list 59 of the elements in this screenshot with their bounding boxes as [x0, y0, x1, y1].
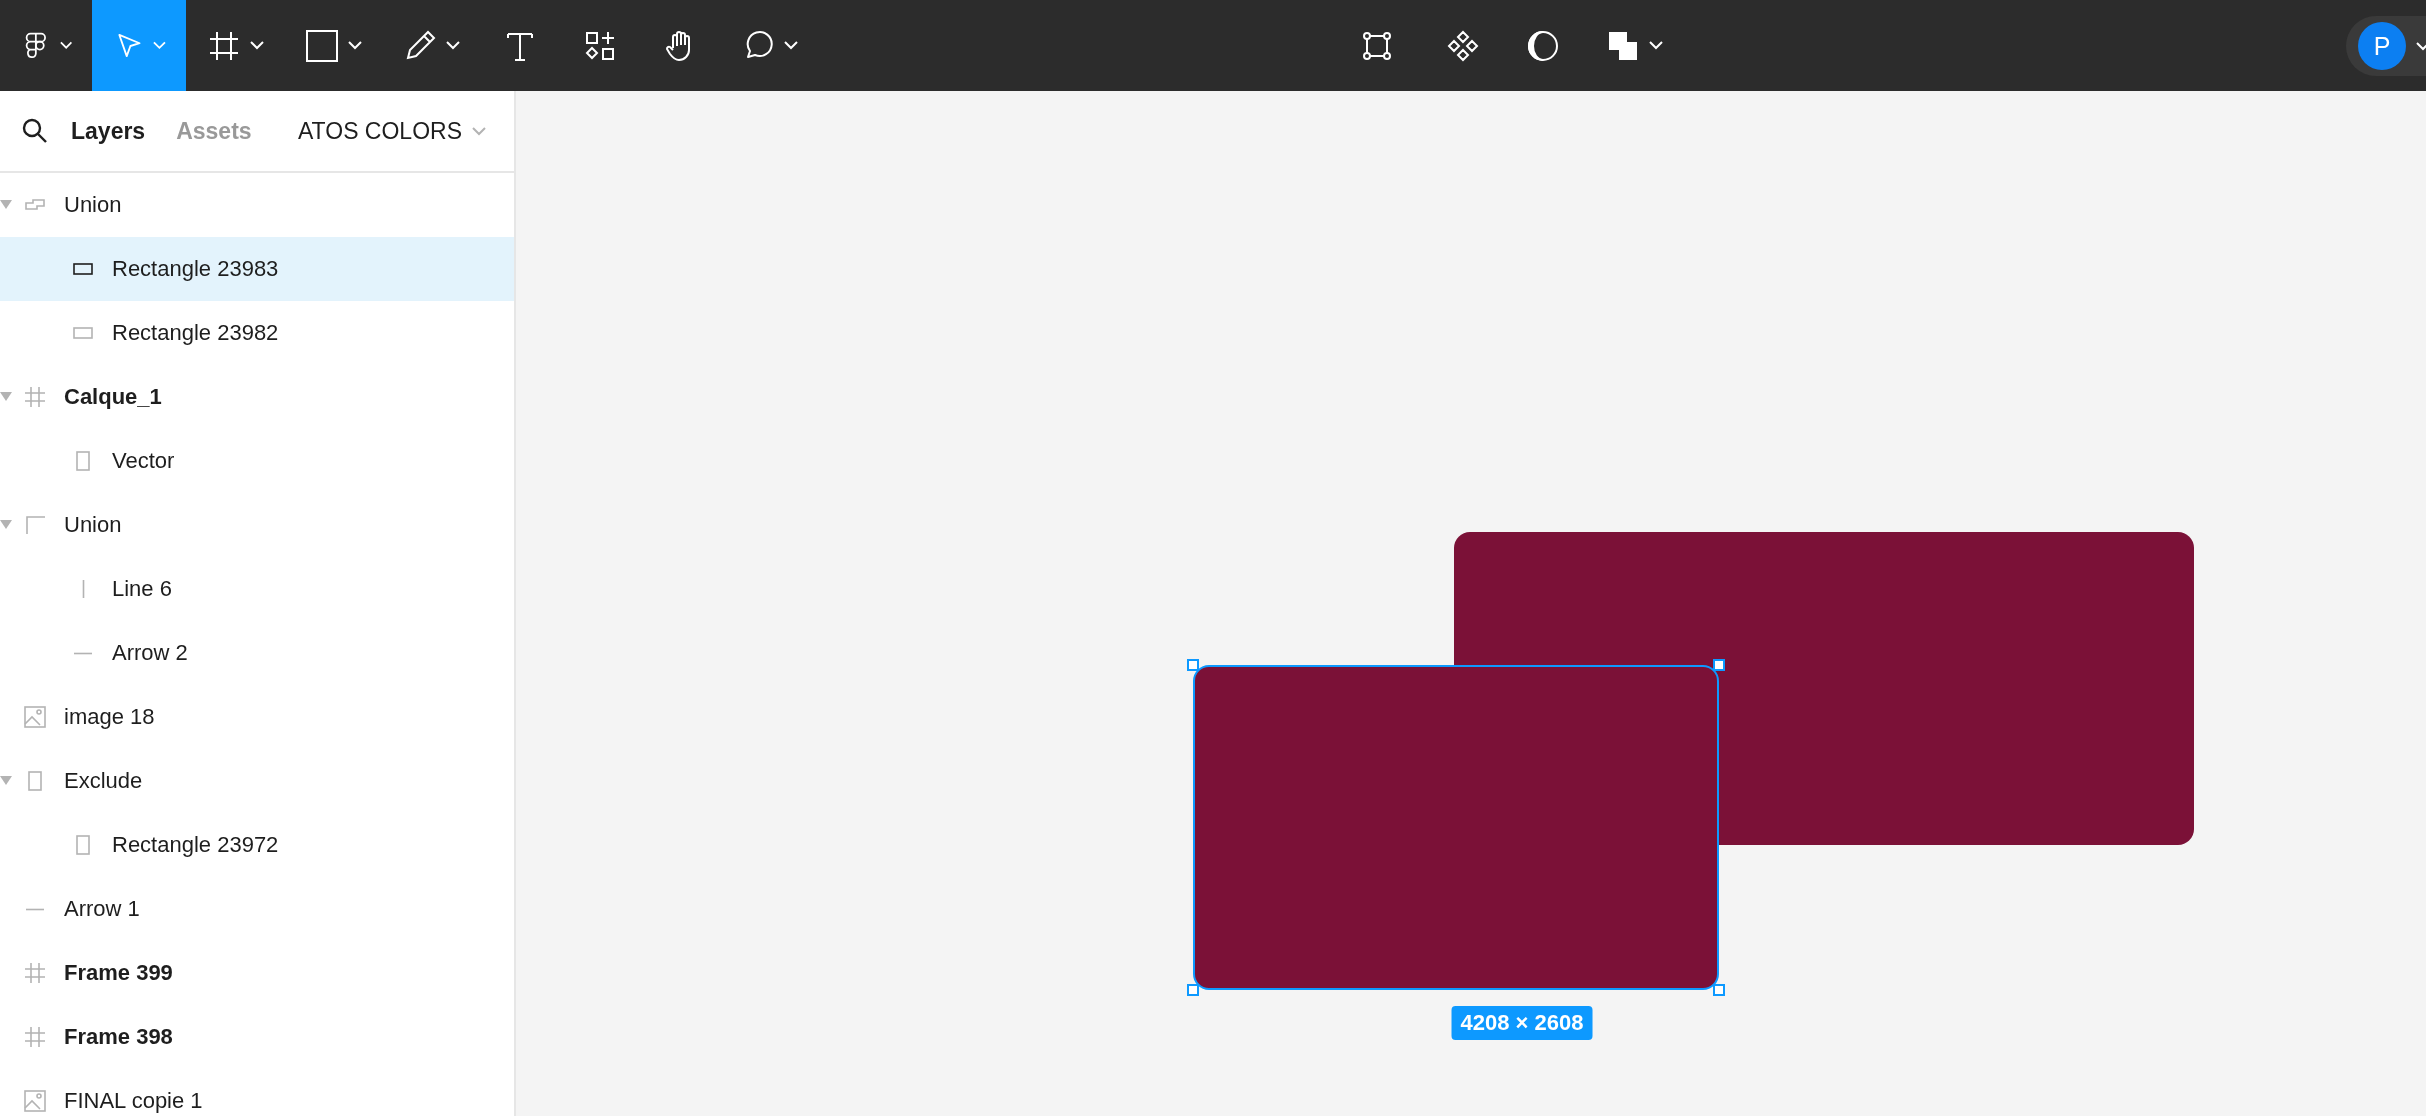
layer-name: Exclude: [64, 768, 143, 794]
caret-icon: [250, 41, 264, 50]
layer-row[interactable]: Rectangle 23983: [0, 237, 514, 301]
layer-name: Union: [64, 512, 122, 538]
layer-name: FINAL copie 1: [64, 1088, 203, 1114]
caret-icon: [446, 41, 460, 50]
account-menu[interactable]: P: [2346, 16, 2426, 76]
layer-row[interactable]: Calque_1: [0, 365, 514, 429]
caret-icon: [59, 41, 72, 50]
layer-name: image 18: [64, 704, 155, 730]
caret-icon: [153, 41, 166, 50]
layer-row[interactable]: Rectangle 23972: [0, 813, 514, 877]
layer-name: Union: [64, 192, 122, 218]
line-icon: [26, 907, 44, 911]
layer-name: Frame 399: [64, 960, 173, 986]
resize-handle[interactable]: [1187, 984, 1199, 996]
caret-icon: [348, 41, 362, 50]
size-label: 4208 × 2608: [1451, 1006, 1593, 1040]
frame-icon: [24, 386, 46, 408]
panel-tab[interactable]: Layers: [56, 111, 161, 151]
layer-row[interactable]: Arrow 2: [0, 621, 514, 685]
layer-name: Rectangle 23972: [112, 832, 279, 858]
avatar: P: [2358, 22, 2406, 70]
caret-icon: [1649, 41, 1663, 50]
layer-row[interactable]: FINAL copie 1: [0, 1069, 514, 1116]
caret-icon: [472, 126, 486, 136]
resize-handle[interactable]: [1187, 659, 1199, 671]
layer-row[interactable]: Line 6: [0, 557, 514, 621]
line-icon: [74, 651, 92, 655]
layer-name: Frame 398: [64, 1024, 173, 1050]
image-icon: [24, 1090, 46, 1112]
layer-name: Rectangle 23982: [112, 320, 279, 346]
layer-name: Vector: [112, 448, 175, 474]
caret-icon: [2416, 41, 2426, 51]
resize-handle[interactable]: [1713, 659, 1725, 671]
layer-row[interactable]: Frame 399: [0, 941, 514, 1005]
layer-row[interactable]: Exclude: [0, 749, 514, 813]
corner-icon: [24, 514, 46, 536]
layer-row[interactable]: Union: [0, 173, 514, 237]
layer-row[interactable]: Vector: [0, 429, 514, 493]
layer-row[interactable]: Union: [0, 493, 514, 557]
line-icon: [81, 580, 85, 598]
caret-icon: [784, 41, 798, 50]
image-icon: [24, 706, 46, 728]
layer-name: Line 6: [112, 576, 172, 602]
resize-handle[interactable]: [1713, 984, 1725, 996]
layer-row[interactable]: image 18: [0, 685, 514, 749]
layer-name: Rectangle 23983: [112, 256, 279, 282]
layer-row[interactable]: Arrow 1: [0, 877, 514, 941]
page-selector[interactable]: ATOS COLORS: [291, 116, 492, 146]
rectangle-icon: [304, 27, 340, 64]
layer-name: Calque_1: [64, 384, 162, 410]
layer-name: Arrow 1: [64, 896, 140, 922]
frame-icon: [24, 962, 46, 984]
layer-name: Arrow 2: [112, 640, 188, 666]
frame-icon: [24, 1026, 46, 1048]
layer-row[interactable]: Rectangle 23982: [0, 301, 514, 365]
search-icon[interactable]: [22, 118, 48, 144]
layer-row[interactable]: Frame 398: [0, 1005, 514, 1069]
